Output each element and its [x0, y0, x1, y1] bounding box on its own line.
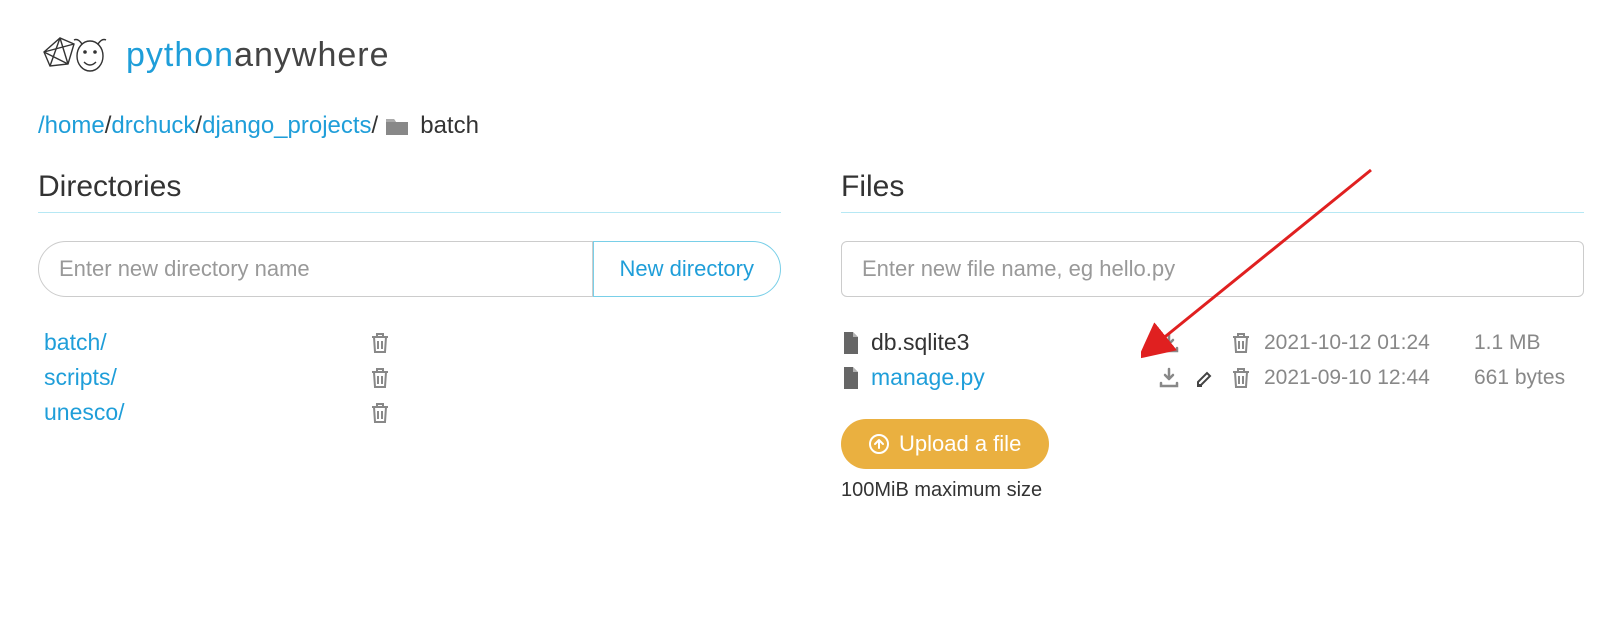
breadcrumb-sep: /	[195, 112, 202, 140]
file-date: 2021-09-10 12:44	[1264, 366, 1464, 390]
folder-icon	[384, 115, 410, 137]
upload-file-label: Upload a file	[899, 431, 1021, 457]
logo: pythonanywhere	[38, 30, 1584, 80]
directory-link[interactable]: unesco/	[44, 399, 125, 426]
breadcrumb: /home/drchuck/django_projects/ batch	[38, 112, 1584, 140]
new-directory-group: New directory	[38, 241, 781, 297]
file-row: manage.py 2021-09-10 12:44 661 bytes	[841, 360, 1584, 395]
file-name: db.sqlite3	[871, 329, 969, 356]
upload-note: 100MiB maximum size	[841, 479, 1584, 502]
file-row: db.sqlite3 2021-10-12 01:24 1.1 MB	[841, 325, 1584, 360]
file-size: 1.1 MB	[1474, 331, 1584, 355]
breadcrumb-sep: /	[372, 112, 379, 140]
download-file-icon[interactable]	[1156, 332, 1182, 354]
file-icon	[841, 331, 861, 355]
delete-directory-icon[interactable]	[369, 366, 391, 390]
delete-directory-icon[interactable]	[369, 331, 391, 355]
directory-row: batch/	[38, 325, 781, 360]
directory-link[interactable]: scripts/	[44, 364, 117, 391]
file-size: 661 bytes	[1474, 366, 1584, 390]
delete-file-icon[interactable]	[1228, 331, 1254, 355]
breadcrumb-current: batch	[420, 112, 479, 140]
new-file-input[interactable]	[841, 241, 1584, 297]
file-link[interactable]: manage.py	[871, 364, 985, 391]
logo-mark-icon	[38, 30, 108, 80]
logo-text-anywhere: anywhere	[234, 36, 389, 74]
files-title: Files	[841, 170, 1584, 213]
directory-row: unesco/	[38, 395, 781, 430]
breadcrumb-project[interactable]: django_projects	[202, 112, 371, 140]
new-directory-input[interactable]	[38, 241, 593, 297]
files-panel: Files db.sqlite3 2021-10-12 01:24 1.1 MB ma…	[841, 170, 1584, 502]
logo-text-python: python	[126, 36, 234, 74]
file-icon	[841, 366, 861, 390]
edit-file-icon[interactable]	[1192, 367, 1218, 389]
delete-directory-icon[interactable]	[369, 401, 391, 425]
directories-panel: Directories New directory batch/scripts/…	[38, 170, 781, 502]
breadcrumb-sep: /	[105, 112, 112, 140]
delete-file-icon[interactable]	[1228, 366, 1254, 390]
file-date: 2021-10-12 01:24	[1264, 331, 1464, 355]
directories-title: Directories	[38, 170, 781, 213]
breadcrumb-home[interactable]: /home	[38, 112, 105, 140]
directory-link[interactable]: batch/	[44, 329, 107, 356]
new-directory-button[interactable]: New directory	[593, 241, 781, 297]
download-file-icon[interactable]	[1156, 367, 1182, 389]
logo-text: pythonanywhere	[126, 36, 390, 75]
upload-icon	[869, 434, 889, 454]
directory-row: scripts/	[38, 360, 781, 395]
breadcrumb-user[interactable]: drchuck	[111, 112, 195, 140]
upload-file-button[interactable]: Upload a file	[841, 419, 1049, 469]
